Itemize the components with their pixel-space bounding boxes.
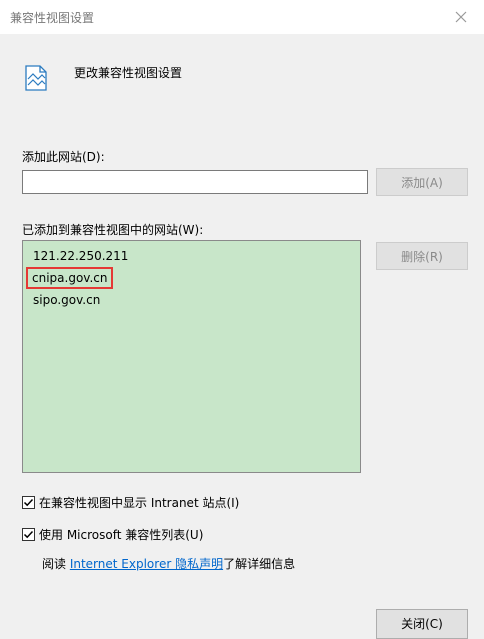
list-item[interactable]: 121.22.250.211	[30, 247, 131, 265]
ms-list-option[interactable]: 使用 Microsoft 兼容性列表(U)	[22, 526, 203, 543]
header-text: 更改兼容性视图设置	[74, 66, 183, 80]
list-item[interactable]: sipo.gov.cn	[30, 291, 103, 309]
list-item-highlighted[interactable]: cnipa.gov.cn	[26, 267, 114, 289]
close-icon	[455, 11, 467, 23]
info-prefix: 阅读	[42, 557, 70, 571]
ms-list-checkbox[interactable]	[22, 528, 35, 541]
title-bar: 兼容性视图设置	[0, 0, 484, 34]
add-site-input[interactable]	[22, 170, 368, 194]
privacy-link[interactable]: Internet Explorer 隐私声明	[70, 557, 223, 571]
intranet-option-label: 在兼容性视图中显示 Intranet 站点(I)	[39, 496, 240, 510]
added-sites-label: 已添加到兼容性视图中的网站(W):	[22, 223, 204, 237]
privacy-info: 阅读 Internet Explorer 隐私声明了解详细信息	[42, 555, 295, 572]
checkmark-icon	[23, 530, 34, 539]
intranet-option[interactable]: 在兼容性视图中显示 Intranet 站点(I)	[22, 494, 239, 511]
intranet-checkbox[interactable]	[22, 496, 35, 509]
add-site-label: 添加此网站(D):	[22, 150, 105, 164]
close-window-button[interactable]	[438, 0, 484, 34]
close-button[interactable]: 关闭(C)	[376, 609, 468, 639]
added-sites-list[interactable]: 121.22.250.211 cnipa.gov.cn sipo.gov.cn	[22, 240, 361, 473]
add-button[interactable]: 添加(A)	[376, 168, 468, 196]
compat-settings-icon	[25, 65, 47, 91]
ms-list-option-label: 使用 Microsoft 兼容性列表(U)	[39, 528, 204, 542]
remove-button[interactable]: 删除(R)	[376, 242, 468, 270]
info-suffix: 了解详细信息	[223, 557, 296, 571]
window-title: 兼容性视图设置	[10, 11, 95, 25]
checkmark-icon	[23, 498, 34, 507]
